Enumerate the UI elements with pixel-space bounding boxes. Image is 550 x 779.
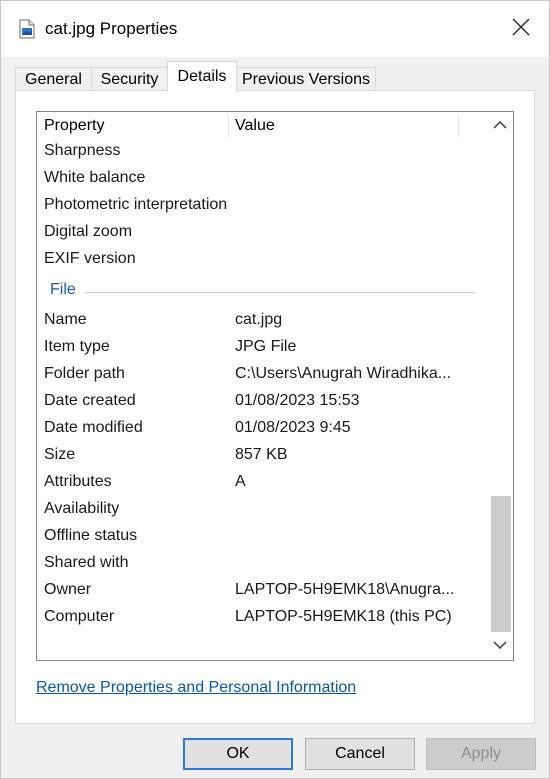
property-name: Offline status [44, 527, 138, 544]
remove-properties-link[interactable]: Remove Properties and Personal Informati… [36, 679, 356, 697]
property-value: A [235, 473, 246, 490]
property-value: JPG File [235, 338, 297, 355]
column-header-property[interactable]: Property [44, 117, 104, 135]
list-item[interactable]: Photometric interpretation [37, 191, 483, 218]
scroll-up-button[interactable] [487, 112, 513, 140]
title-bar: cat.jpg Properties [1, 1, 549, 57]
property-name: Folder path [44, 365, 125, 382]
property-name: Shared with [44, 554, 129, 571]
property-name: Sharpness [44, 142, 121, 159]
property-value: LAPTOP-5H9EMK18\Anugra... [235, 581, 455, 598]
list-item[interactable]: Offline status [37, 522, 483, 549]
property-value: LAPTOP-5H9EMK18 (this PC) [235, 608, 452, 625]
property-value: cat.jpg [235, 311, 283, 328]
property-name: Date created [44, 392, 136, 409]
property-value: C:\Users\Anugrah Wiradhika... [235, 365, 452, 382]
group-header-file[interactable]: File [37, 278, 483, 304]
group-divider [85, 292, 475, 293]
list-item[interactable]: Owner LAPTOP-5H9EMK18\Anugra... [37, 576, 483, 603]
property-name: Item type [44, 338, 110, 355]
column-divider[interactable] [458, 115, 459, 137]
property-name: Owner [44, 581, 92, 598]
apply-button[interactable]: Apply [426, 738, 536, 770]
list-item[interactable]: Availability [37, 495, 483, 522]
list-item[interactable]: Date modified 01/08/2023 9:45 [37, 414, 483, 441]
column-divider[interactable] [228, 115, 229, 137]
list-item[interactable]: Folder path C:\Users\Anugrah Wiradhika..… [37, 360, 483, 387]
vertical-scrollbar[interactable] [487, 112, 513, 660]
chevron-down-icon [493, 637, 507, 655]
scroll-thumb[interactable] [491, 496, 511, 632]
close-icon [512, 18, 530, 41]
property-value: 857 KB [235, 446, 288, 463]
scroll-down-button[interactable] [487, 632, 513, 660]
list-item[interactable]: Attributes A [37, 468, 483, 495]
list-item[interactable]: Computer LAPTOP-5H9EMK18 (this PC) [37, 603, 483, 630]
image-file-icon [19, 19, 35, 39]
list-item[interactable]: Sharpness [37, 137, 483, 164]
property-name: White balance [44, 169, 146, 186]
property-name: Availability [44, 500, 120, 517]
chevron-up-icon [493, 117, 507, 135]
property-name: Digital zoom [44, 223, 133, 240]
property-name: Size [44, 446, 76, 463]
property-value: 01/08/2023 15:53 [235, 392, 360, 409]
group-label: File [50, 281, 76, 298]
list-item[interactable]: White balance [37, 164, 483, 191]
list-item[interactable]: EXIF version [37, 245, 483, 272]
close-button[interactable] [501, 9, 541, 49]
column-header-value[interactable]: Value [235, 117, 275, 135]
property-name: EXIF version [44, 250, 136, 267]
property-name: Photometric interpretation [44, 196, 228, 213]
property-name: Attributes [44, 473, 112, 490]
details-panel: Property Value Sharpness White balance P… [15, 90, 535, 724]
property-value: 01/08/2023 9:45 [235, 419, 351, 436]
list-item[interactable]: Date created 01/08/2023 15:53 [37, 387, 483, 414]
list-item[interactable]: Size 857 KB [37, 441, 483, 468]
window-title: cat.jpg Properties [45, 19, 178, 38]
list-header: Property Value [37, 112, 483, 140]
tab-security[interactable]: Security [91, 67, 168, 91]
property-name: Computer [44, 608, 115, 625]
list-item[interactable]: Digital zoom [37, 218, 483, 245]
tab-details[interactable]: Details [167, 61, 237, 92]
list-item[interactable]: Name cat.jpg [37, 306, 483, 333]
tab-general[interactable]: General [15, 67, 92, 91]
tab-previous-versions[interactable]: Previous Versions [236, 67, 376, 91]
ok-button[interactable]: OK [183, 738, 293, 770]
details-list[interactable]: Property Value Sharpness White balance P… [36, 111, 514, 661]
list-item[interactable]: Shared with [37, 549, 483, 576]
cancel-button[interactable]: Cancel [305, 738, 415, 770]
property-name: Name [44, 311, 87, 328]
property-name: Date modified [44, 419, 143, 436]
properties-window: cat.jpg Properties General Security Deta… [0, 0, 550, 779]
list-item[interactable]: Item type JPG File [37, 333, 483, 360]
